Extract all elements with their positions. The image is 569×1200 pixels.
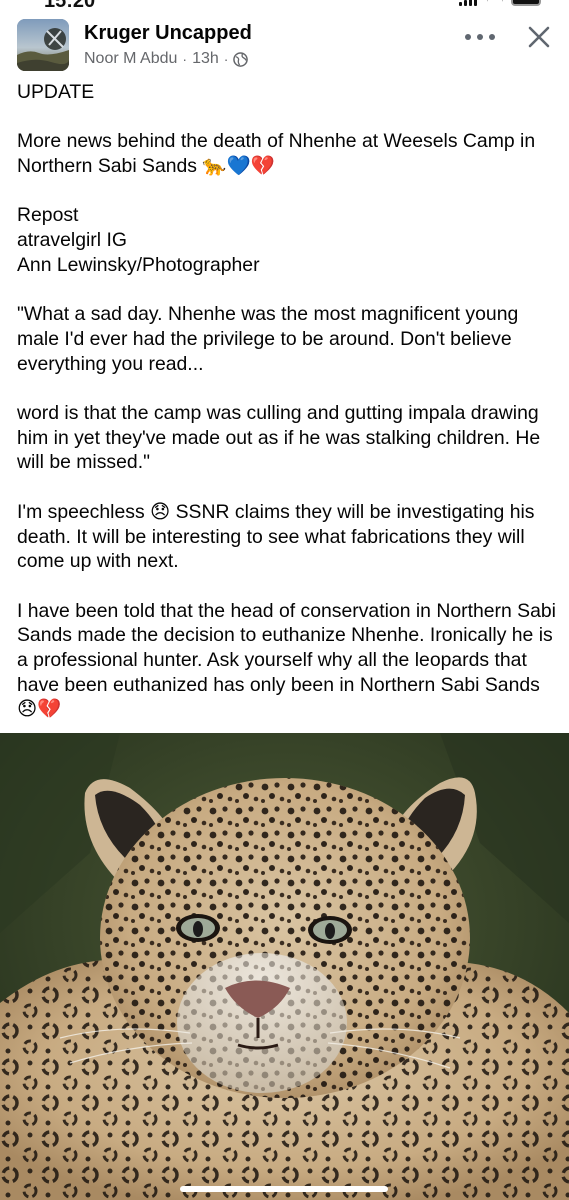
post-paragraph: I have been told that the head of conser… bbox=[17, 599, 556, 721]
status-bar: 15:20 bbox=[0, 0, 569, 12]
post-text: UPDATE More news behind the death of Nhe… bbox=[17, 80, 557, 722]
battery-icon bbox=[511, 0, 541, 6]
more-options-icon bbox=[465, 34, 471, 40]
close-button[interactable] bbox=[524, 22, 554, 52]
meta-separator: · bbox=[223, 51, 229, 67]
post-photo[interactable] bbox=[0, 733, 569, 1200]
page-name[interactable]: Kruger Uncapped bbox=[84, 22, 252, 45]
leopard-photo bbox=[0, 733, 569, 1200]
post-paragraph: I'm speechless 😞 SSNR claims they will b… bbox=[17, 500, 535, 573]
post-meta: Noor M Abdu · 13h · bbox=[84, 50, 249, 68]
post-header: Kruger Uncapped Noor M Abdu · 13h · bbox=[0, 12, 569, 72]
post-paragraph: More news behind the death of Nhenhe at … bbox=[17, 130, 536, 178]
more-options-button[interactable] bbox=[462, 26, 498, 48]
author-name[interactable]: Noor M Abdu bbox=[84, 50, 177, 68]
post-paragraph: word is that the camp was culling and gu… bbox=[17, 402, 541, 474]
meta-separator: · bbox=[182, 51, 188, 67]
more-options-dot bbox=[489, 34, 495, 40]
post-paragraph: Repost atravelgirl IG Ann Lewinsky/Photo… bbox=[17, 204, 260, 276]
post-paragraph: "What a sad day. Nhenhe was the most mag… bbox=[17, 303, 519, 375]
close-icon bbox=[528, 26, 550, 48]
more-options-dot bbox=[477, 34, 483, 40]
page-avatar[interactable] bbox=[17, 19, 69, 71]
home-indicator[interactable] bbox=[180, 1186, 388, 1192]
post-time[interactable]: 13h bbox=[192, 50, 219, 68]
globe-icon bbox=[233, 51, 249, 67]
status-time: 15:20 bbox=[44, 0, 96, 12]
status-icons bbox=[459, 0, 541, 12]
wifi-icon bbox=[487, 0, 503, 9]
signal-icon bbox=[459, 0, 479, 6]
post-paragraph: UPDATE bbox=[17, 81, 95, 103]
